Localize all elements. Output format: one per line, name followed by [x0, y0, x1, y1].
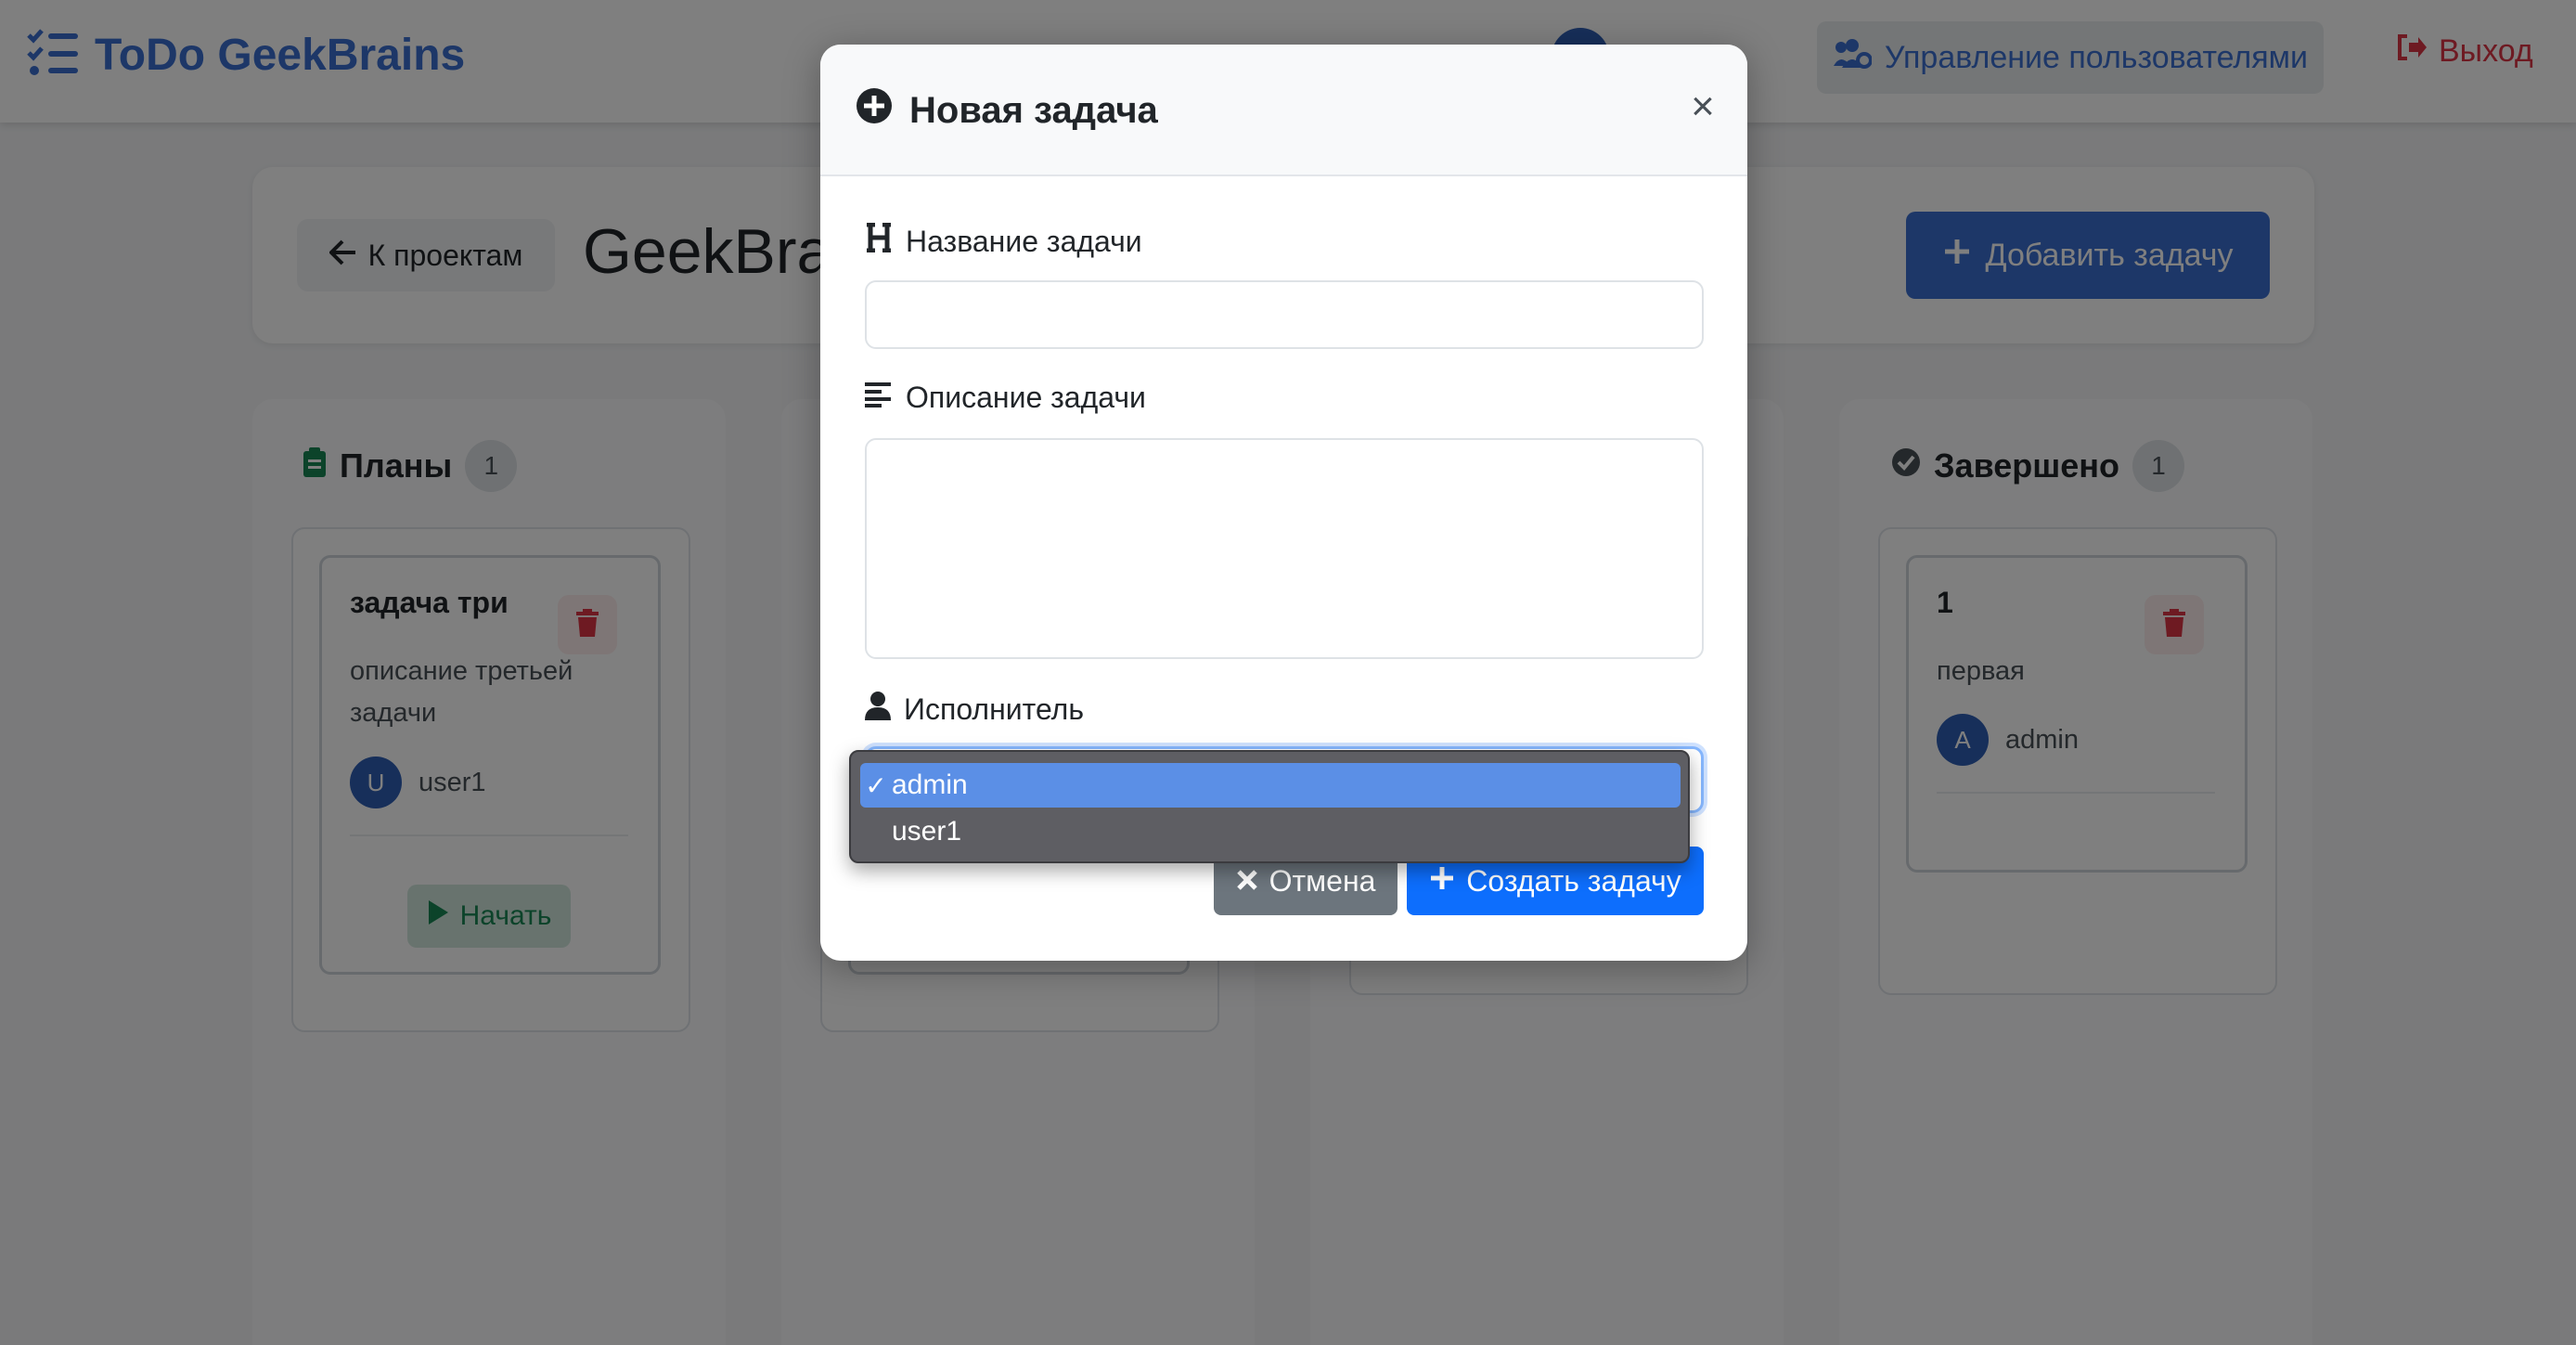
assignee-option-admin[interactable]: ✓ admin	[860, 763, 1681, 808]
task-name-input[interactable]	[865, 280, 1704, 349]
modal-header: Новая задача ×	[820, 45, 1747, 176]
plus-icon	[1429, 864, 1455, 899]
modal-title: Новая задача	[856, 87, 1158, 134]
task-description-label-text: Описание задачи	[906, 381, 1146, 414]
app-page: ToDo GeekBrains Управление пользователям…	[0, 0, 2576, 1345]
assignee-label: Исполнитель	[865, 691, 1084, 728]
close-modal-button[interactable]: ×	[1681, 84, 1724, 129]
option-label: user1	[892, 816, 962, 847]
close-icon	[1236, 864, 1258, 899]
plus-circle-icon	[856, 87, 893, 134]
assignee-option-user1[interactable]: user1	[860, 809, 1681, 854]
user-icon	[865, 691, 891, 728]
create-label: Создать задачу	[1466, 863, 1681, 898]
align-left-icon	[865, 381, 893, 415]
cancel-label: Отмена	[1269, 863, 1376, 898]
task-name-label: Название задачи	[865, 222, 1142, 260]
modal-title-text: Новая задача	[909, 89, 1158, 131]
task-name-label-text: Название задачи	[906, 224, 1142, 258]
assignee-dropdown-list: ✓ admin user1	[849, 750, 1690, 863]
option-label: admin	[892, 769, 968, 800]
task-description-textarea[interactable]	[865, 438, 1704, 659]
task-description-label: Описание задачи	[865, 381, 1146, 415]
assignee-label-text: Исполнитель	[904, 692, 1085, 726]
checkmark-icon: ✓	[865, 770, 887, 800]
heading-icon	[865, 222, 893, 260]
